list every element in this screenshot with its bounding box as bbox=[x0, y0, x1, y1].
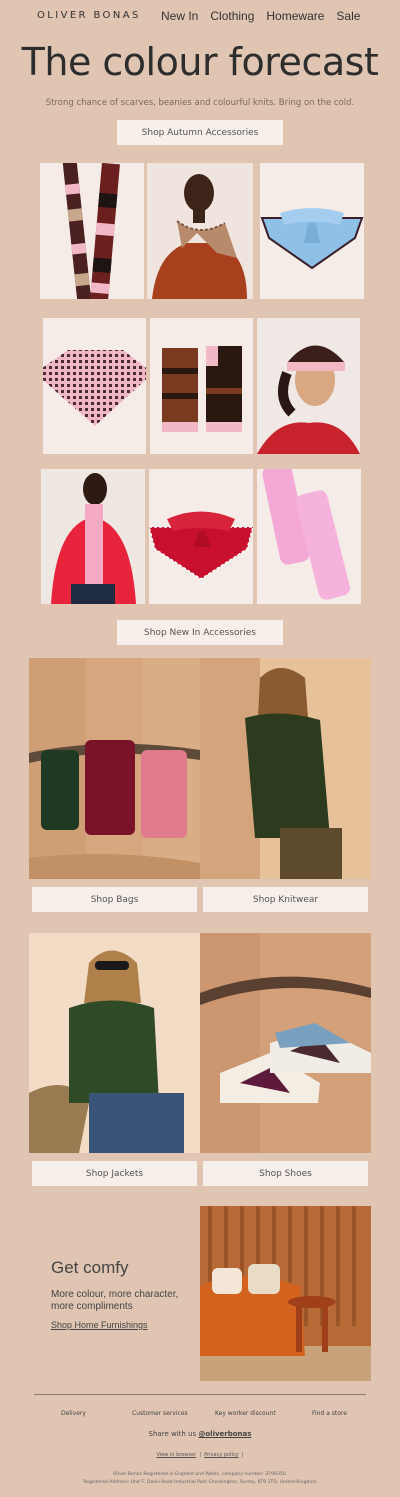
product-tile-check-shawl[interactable] bbox=[43, 318, 146, 454]
shop-jackets-button[interactable]: Shop Jackets bbox=[32, 1161, 197, 1186]
nav-links: New In Clothing Homeware Sale bbox=[161, 9, 360, 23]
model-beanie-image bbox=[257, 345, 360, 454]
shop-new-in-accessories-button[interactable]: Shop New In Accessories bbox=[117, 620, 283, 645]
shop-knitwear-button[interactable]: Shop Knitwear bbox=[203, 887, 368, 912]
footer-link-delivery[interactable]: Delivery bbox=[61, 1410, 86, 1417]
share-prefix: Share with us bbox=[148, 1430, 199, 1438]
product-tile-red-neckerchief[interactable] bbox=[149, 469, 253, 604]
legal-line-2: Registered Address: Unit F, Davis Road I… bbox=[83, 1480, 317, 1485]
product-tile-pink-scarf[interactable] bbox=[41, 469, 145, 604]
product-tile-blue-neckerchief[interactable] bbox=[260, 163, 364, 299]
bags-photo[interactable] bbox=[29, 658, 200, 879]
pink-gloves-image bbox=[262, 469, 350, 600]
model-cardigan-image bbox=[200, 658, 371, 879]
backpacks-image bbox=[29, 658, 200, 879]
hero-title: The colour forecast bbox=[21, 40, 379, 84]
nav-item-sale[interactable]: Sale bbox=[336, 9, 360, 23]
product-tile-beanie[interactable] bbox=[257, 318, 360, 454]
brand-logo[interactable]: OLIVER BONAS bbox=[37, 10, 141, 21]
check-shawl-image bbox=[43, 350, 146, 426]
red-neckerchief-image bbox=[149, 511, 253, 580]
footer-link-find-a-store[interactable]: Find a store bbox=[312, 1410, 347, 1417]
home-furnishings-photo[interactable] bbox=[200, 1206, 371, 1381]
jackets-photo[interactable] bbox=[29, 933, 200, 1153]
sofa-room-image bbox=[200, 1206, 371, 1381]
nav-item-new-in[interactable]: New In bbox=[161, 9, 198, 23]
legal-line-1: Oliver Bonas Registered in England and W… bbox=[112, 1472, 288, 1477]
privacy-policy-link[interactable]: Privacy policy bbox=[204, 1452, 238, 1458]
product-tile-check-scarf[interactable] bbox=[147, 163, 253, 299]
top-nav: OLIVER BONAS New In Clothing Homeware Sa… bbox=[0, 0, 400, 34]
trainers-image bbox=[200, 933, 371, 1153]
legal-text: Oliver Bonas Registered in England and W… bbox=[0, 1471, 400, 1487]
shop-home-furnishings-link[interactable]: Shop Home Furnishings bbox=[51, 1320, 148, 1330]
blue-neckerchief-image bbox=[260, 208, 364, 270]
shop-autumn-accessories-button[interactable]: Shop Autumn Accessories bbox=[117, 120, 283, 145]
model-quilted-jacket-image bbox=[29, 933, 200, 1153]
shop-bags-button[interactable]: Shop Bags bbox=[32, 887, 197, 912]
nav-item-homeware[interactable]: Homeware bbox=[266, 9, 324, 23]
comfy-title: Get comfy bbox=[51, 1258, 129, 1277]
separator-2: | bbox=[241, 1452, 244, 1458]
product-tile-pink-gloves[interactable] bbox=[257, 469, 361, 604]
instagram-handle-link[interactable]: @oliverbonas bbox=[198, 1430, 251, 1438]
product-tile-striped-gloves[interactable] bbox=[150, 318, 253, 454]
footer-divider bbox=[34, 1394, 366, 1395]
hero-subtitle: Strong chance of scarves, beanies and co… bbox=[45, 98, 355, 108]
view-in-browser-link[interactable]: View in browser bbox=[157, 1452, 197, 1458]
nav-item-clothing[interactable]: Clothing bbox=[210, 9, 254, 23]
shoes-photo[interactable] bbox=[200, 933, 371, 1153]
model-check-scarf-image bbox=[152, 174, 247, 299]
footer-link-key-worker-discount[interactable]: Key worker discount bbox=[215, 1410, 276, 1417]
striped-scarf-image bbox=[62, 163, 120, 299]
footer-link-customer-services[interactable]: Customer services bbox=[132, 1410, 188, 1417]
model-pink-scarf-image bbox=[51, 473, 136, 604]
legal-links: View in browser | Privacy policy | bbox=[0, 1452, 400, 1458]
product-tile-striped-scarf[interactable] bbox=[40, 163, 144, 299]
striped-gloves-image bbox=[162, 346, 242, 432]
shop-shoes-button[interactable]: Shop Shoes bbox=[203, 1161, 368, 1186]
comfy-text: More colour, more character, more compli… bbox=[51, 1289, 179, 1312]
share-line: Share with us @oliverbonas bbox=[0, 1430, 400, 1438]
knitwear-photo[interactable] bbox=[200, 658, 371, 879]
separator-1: | bbox=[199, 1452, 201, 1458]
